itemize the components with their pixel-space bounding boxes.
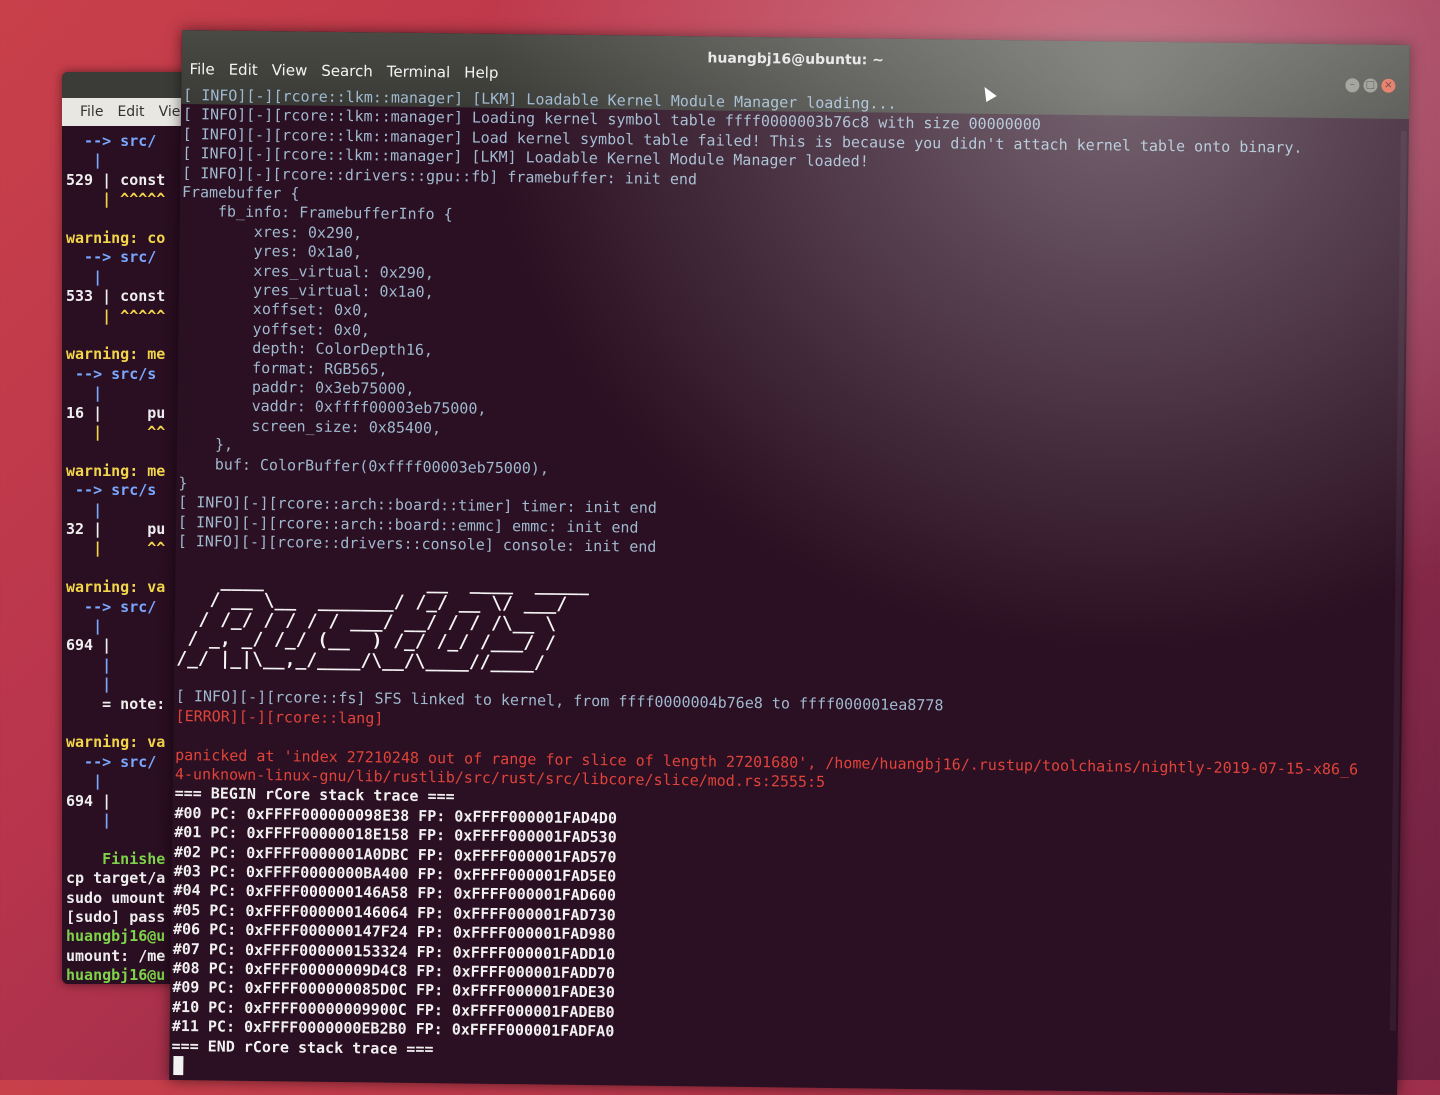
back-terminal-line: = note:	[66, 694, 166, 713]
back-terminal-line: 533 | const	[66, 287, 166, 306]
terminal-line: yres_virtual: 0x1a0,	[180, 280, 434, 302]
back-terminal-line: warning: me	[66, 461, 166, 480]
terminal-line: yoffset: 0x0,	[180, 318, 371, 340]
back-terminal-line: huangbj16@u	[66, 927, 166, 946]
menu-help[interactable]: Help	[464, 63, 498, 81]
back-terminal-line: 32 | pu	[66, 520, 166, 538]
terminal-line: buf: ColorBuffer(0xffff00003eb75000),	[178, 454, 550, 478]
terminal-scrollbar[interactable]	[1389, 130, 1407, 1031]
back-terminal-line: umount: /me	[66, 946, 166, 965]
terminal-line: xres: 0x290,	[181, 221, 363, 243]
terminal-line: },	[178, 435, 234, 454]
maximize-button[interactable]: □	[1363, 78, 1378, 93]
back-terminal-line: --> src/s	[66, 481, 157, 500]
back-terminal-line: warning: va	[66, 578, 166, 597]
back-terminal-line: |	[66, 675, 112, 694]
back-terminal-line: --> src/	[66, 597, 157, 616]
terminal-line: [ERROR][-][rcore::lang]	[175, 706, 384, 728]
back-terminal-line: huangbj16@u	[66, 966, 166, 984]
back-terminal-line: |	[66, 384, 103, 403]
minimize-button[interactable]: –	[1345, 78, 1360, 93]
back-terminal-line: warning: me	[66, 345, 166, 364]
back-terminal-line: 529 | const	[66, 170, 166, 189]
menu-view[interactable]: View	[272, 61, 308, 79]
back-menu-file[interactable]: File	[80, 104, 103, 120]
terminal-cursor	[173, 1055, 184, 1076]
back-terminal-line: warning: va	[66, 733, 166, 752]
back-terminal-line: warning: co	[66, 229, 166, 247]
terminal-line: }	[178, 473, 188, 493]
back-terminal-line: |	[66, 772, 103, 791]
back-terminal-line: |	[66, 811, 112, 829]
back-terminal-line: 694 |	[66, 636, 112, 655]
back-terminal-line: sudo umount	[66, 888, 166, 907]
terminal-line: paddr: 0x3eb75000,	[179, 376, 415, 398]
ascii-logo-line: /_/ |_|\__,_/____/\__/\____//____/	[176, 647, 545, 674]
terminal-line: xoffset: 0x0,	[180, 299, 371, 320]
close-button[interactable]: ×	[1381, 78, 1396, 93]
back-terminal-line: |	[66, 267, 103, 286]
back-terminal-line: |	[66, 500, 103, 519]
back-terminal-line: | ^^^^^	[66, 306, 166, 325]
main-terminal-menubar: File Edit View Search Terminal Help	[189, 60, 498, 82]
terminal-line: depth: ColorDepth16,	[180, 338, 434, 360]
terminal-line: format: RGB565,	[179, 357, 388, 379]
main-terminal-window[interactable]: File Edit View Search Terminal Help huan…	[169, 30, 1410, 1095]
back-terminal-line: --> src/	[66, 132, 157, 150]
menu-terminal[interactable]: Terminal	[387, 63, 451, 82]
terminal-line: screen_size: 0x85400,	[179, 415, 442, 437]
back-terminal-line: |	[66, 151, 103, 170]
back-terminal-line: |	[66, 655, 112, 674]
menu-search[interactable]: Search	[321, 62, 373, 81]
terminal-line: yres: 0x1a0,	[181, 241, 363, 262]
terminal-line: Framebuffer {	[181, 183, 300, 203]
back-terminal-line: 16 | pu	[66, 403, 166, 422]
back-terminal-line: | ^^	[66, 539, 166, 558]
back-terminal-line: --> src/	[66, 752, 157, 771]
back-terminal-line: | ^^^^^	[66, 190, 166, 209]
back-terminal-line: --> src/	[66, 248, 157, 267]
window-controls: – □ ×	[1345, 78, 1396, 93]
back-terminal-line: | ^^	[66, 423, 166, 441]
back-terminal-line: --> src/s	[66, 364, 157, 383]
back-menu-edit[interactable]: Edit	[117, 104, 144, 120]
back-terminal-line: |	[66, 617, 103, 635]
menu-file[interactable]: File	[189, 60, 214, 78]
back-terminal-line: 694 |	[66, 791, 112, 810]
back-menu-view[interactable]: Vie	[159, 104, 181, 120]
back-terminal-line: Finishe	[66, 849, 166, 868]
back-terminal-line: cp target/a	[66, 869, 166, 888]
back-terminal-line: [sudo] pass	[66, 908, 166, 926]
stack-trace-line: === END rCore stack trace ===	[171, 1036, 434, 1058]
menu-edit[interactable]: Edit	[229, 61, 258, 79]
terminal-line: xres_virtual: 0x290,	[180, 260, 435, 282]
